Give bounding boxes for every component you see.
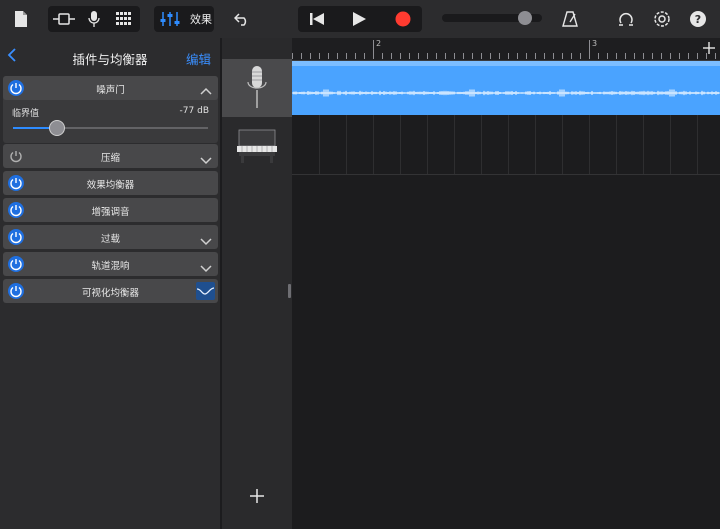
- audio-region[interactable]: [292, 61, 720, 115]
- ruler-mark-2: 2: [376, 39, 382, 48]
- microphone-track-icon: [246, 64, 268, 114]
- piano-lane-grid: [292, 115, 720, 175]
- panel-header: 插件与均衡器 编辑: [0, 38, 220, 74]
- play-icon[interactable]: [348, 8, 370, 30]
- ruler-mark-3: 3: [592, 39, 598, 48]
- threshold-label: 临界值: [12, 109, 40, 119]
- chevron-up-icon[interactable]: [200, 82, 212, 101]
- plugin-row-overdrive[interactable]: 过载: [3, 225, 218, 249]
- panel-resize-handle[interactable]: [288, 284, 291, 298]
- threshold-slider[interactable]: [13, 120, 208, 136]
- plugin-row-enhance-tuning[interactable]: 增强调音: [3, 198, 218, 222]
- plugin-name: 压缩: [100, 153, 120, 164]
- audio-region-header: [292, 61, 720, 66]
- track-header-mic[interactable]: [222, 59, 292, 117]
- track-timeline[interactable]: [292, 61, 720, 529]
- browser-view-icon[interactable]: [52, 8, 76, 30]
- plugin-name: 过载: [100, 234, 120, 245]
- noise-gate-card: 噪声门 临界值 -77 dB: [3, 76, 218, 143]
- add-track-icon[interactable]: [249, 488, 265, 508]
- plugins-panel: 插件与均衡器 编辑 噪声门 临界值 -77 dB 压缩 效果均衡器 增强调音 过…: [0, 38, 220, 529]
- record-icon[interactable]: [392, 8, 414, 30]
- track-header-piano[interactable]: [222, 118, 292, 176]
- chevron-down-icon[interactable]: [200, 231, 212, 250]
- piano-track-icon: [236, 128, 278, 168]
- document-icon[interactable]: [12, 8, 30, 30]
- plugin-row-compressor[interactable]: 压缩: [3, 144, 218, 168]
- chevron-down-icon[interactable]: [200, 258, 212, 277]
- plugin-row-visual-eq[interactable]: 可视化均衡器: [3, 279, 218, 303]
- noise-gate-row[interactable]: 噪声门: [3, 76, 218, 100]
- edit-button[interactable]: 编辑: [186, 49, 211, 68]
- volume-knob-icon[interactable]: [518, 11, 532, 25]
- plugin-row-track-reverb[interactable]: 轨道混响: [3, 252, 218, 276]
- microphone-icon[interactable]: [84, 8, 104, 30]
- fx-label[interactable]: 效果: [190, 11, 212, 27]
- plugin-name: 可视化均衡器: [81, 288, 139, 299]
- rewind-icon[interactable]: [306, 8, 328, 30]
- help-icon[interactable]: ?: [688, 8, 708, 30]
- track-headers: [222, 38, 292, 529]
- settings-icon[interactable]: [652, 8, 672, 30]
- plugin-row-fx-eq[interactable]: 效果均衡器: [3, 171, 218, 195]
- plugin-name: 增强调音: [91, 207, 130, 218]
- audio-waveform: [292, 89, 720, 97]
- eq-curve-icon[interactable]: [196, 282, 215, 300]
- threshold-value: -77 dB: [179, 106, 209, 116]
- threshold-slider-knob[interactable]: [49, 120, 65, 136]
- undo-icon[interactable]: [232, 8, 252, 30]
- metronome-icon[interactable]: [560, 8, 580, 30]
- timeline-ruler[interactable]: 2 3: [292, 38, 720, 61]
- plugin-name: 轨道混响: [91, 261, 130, 272]
- top-toolbar: 效果 ?: [0, 0, 720, 38]
- plugin-name: 效果均衡器: [86, 180, 135, 191]
- mixer-icon[interactable]: [158, 8, 182, 30]
- loop-icon[interactable]: [616, 8, 636, 30]
- grid-icon[interactable]: [114, 8, 134, 30]
- noise-gate-name: 噪声门: [96, 85, 125, 96]
- chevron-down-icon[interactable]: [200, 150, 212, 169]
- ruler-ticks: [292, 40, 716, 59]
- add-section-icon[interactable]: [702, 40, 716, 54]
- svg-text:?: ?: [695, 13, 701, 26]
